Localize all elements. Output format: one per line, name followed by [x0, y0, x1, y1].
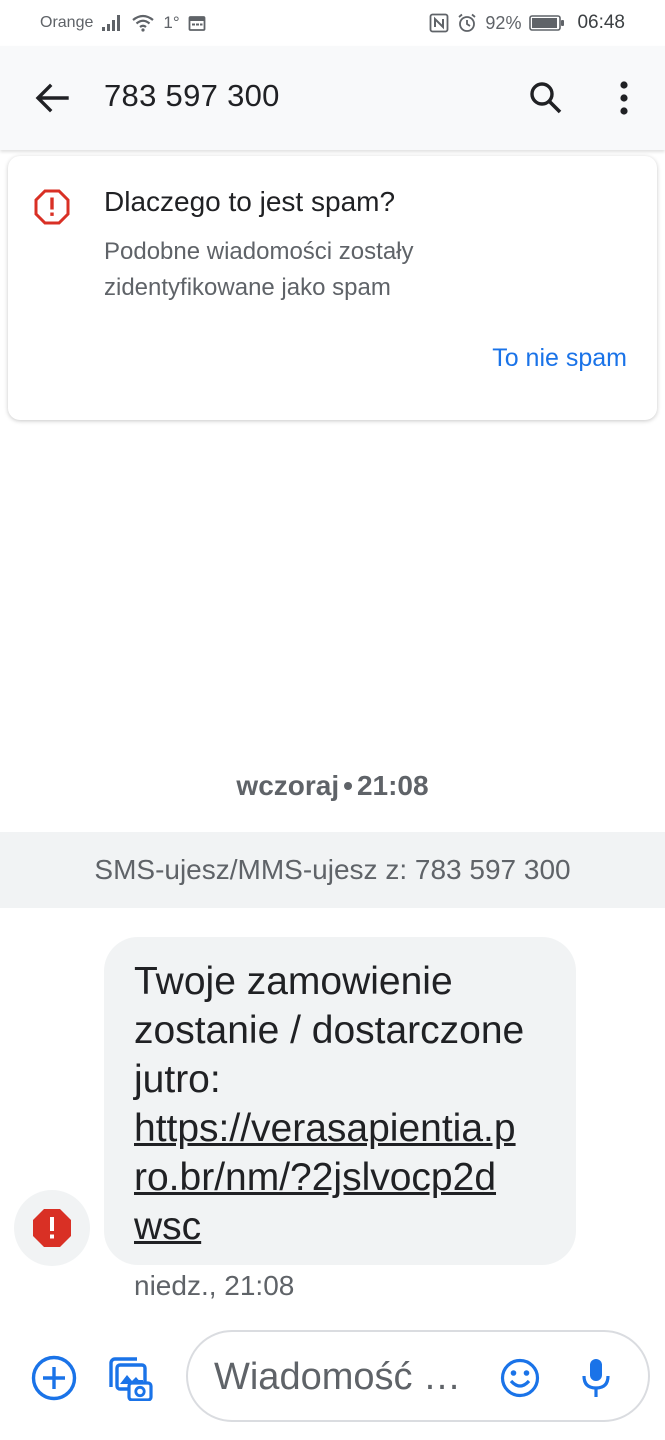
calendar-icon [188, 14, 206, 32]
gallery-icon [109, 1357, 153, 1401]
status-bar-left: Orange 1° [40, 13, 206, 33]
message-input[interactable] [214, 1354, 484, 1400]
alarm-icon [457, 13, 477, 33]
date-label: wczoraj [236, 770, 340, 801]
status-bar-right: 92% 06:48 [429, 12, 625, 34]
more-options-button[interactable] [602, 76, 646, 120]
message-text: Twoje zamowienie zostanie / dostarczone … [134, 960, 546, 1101]
gallery-button[interactable] [104, 1350, 156, 1404]
status-bar: Orange 1° 92% 06:48 [0, 0, 665, 46]
spam-warning-icon [34, 189, 70, 225]
mic-icon [582, 1359, 610, 1397]
message-link[interactable]: https://verasapientia.pro.br/nm/?2jslvoc… [134, 1104, 524, 1251]
clock: 06:48 [577, 12, 625, 33]
nfc-icon [429, 13, 449, 33]
message-timestamp: niedz., 21:08 [134, 1270, 295, 1301]
battery-percent: 92% [485, 12, 522, 33]
back-button[interactable] [30, 76, 74, 120]
conversation-title: 783 597 300 [104, 78, 280, 113]
search-button[interactable] [524, 76, 568, 120]
message-bubble[interactable]: Twoje zamowienie zostanie / dostarczone … [104, 937, 576, 1265]
compose-field[interactable] [186, 1330, 650, 1422]
temperature-label: 1° [163, 13, 180, 32]
spam-card-description: Podobne wiadomości zostały zidentyfikowa… [104, 238, 414, 301]
battery-icon [529, 14, 565, 32]
add-icon [31, 1355, 77, 1401]
date-time: 21:08 [356, 770, 429, 801]
carrier-label: Orange [40, 14, 94, 31]
search-icon [530, 82, 562, 114]
wifi-icon [131, 14, 155, 32]
more-vert-icon [620, 81, 628, 115]
not-spam-button[interactable]: To nie spam [492, 344, 627, 373]
spam-card-title: Dlaczego to jest spam? [104, 186, 396, 217]
spam-avatar-icon [33, 1209, 71, 1247]
app-bar: 783 597 300 [0, 46, 665, 150]
date-separator: • [343, 770, 353, 801]
emoji-button[interactable] [498, 1356, 542, 1400]
spam-info-card: Dlaczego to jest spam? Podobne wiadomośc… [8, 156, 657, 420]
signal-icon [101, 14, 123, 32]
date-divider: wczoraj • 21:08 [0, 770, 665, 802]
emoji-icon [500, 1358, 540, 1398]
back-arrow-icon [35, 83, 69, 113]
voice-input-button[interactable] [574, 1354, 618, 1402]
add-attachment-button[interactable] [28, 1352, 80, 1404]
sender-avatar[interactable] [14, 1190, 90, 1266]
sim-info-banner: SMS-ujesz/MMS-ujesz z: 783 597 300 [0, 832, 665, 908]
